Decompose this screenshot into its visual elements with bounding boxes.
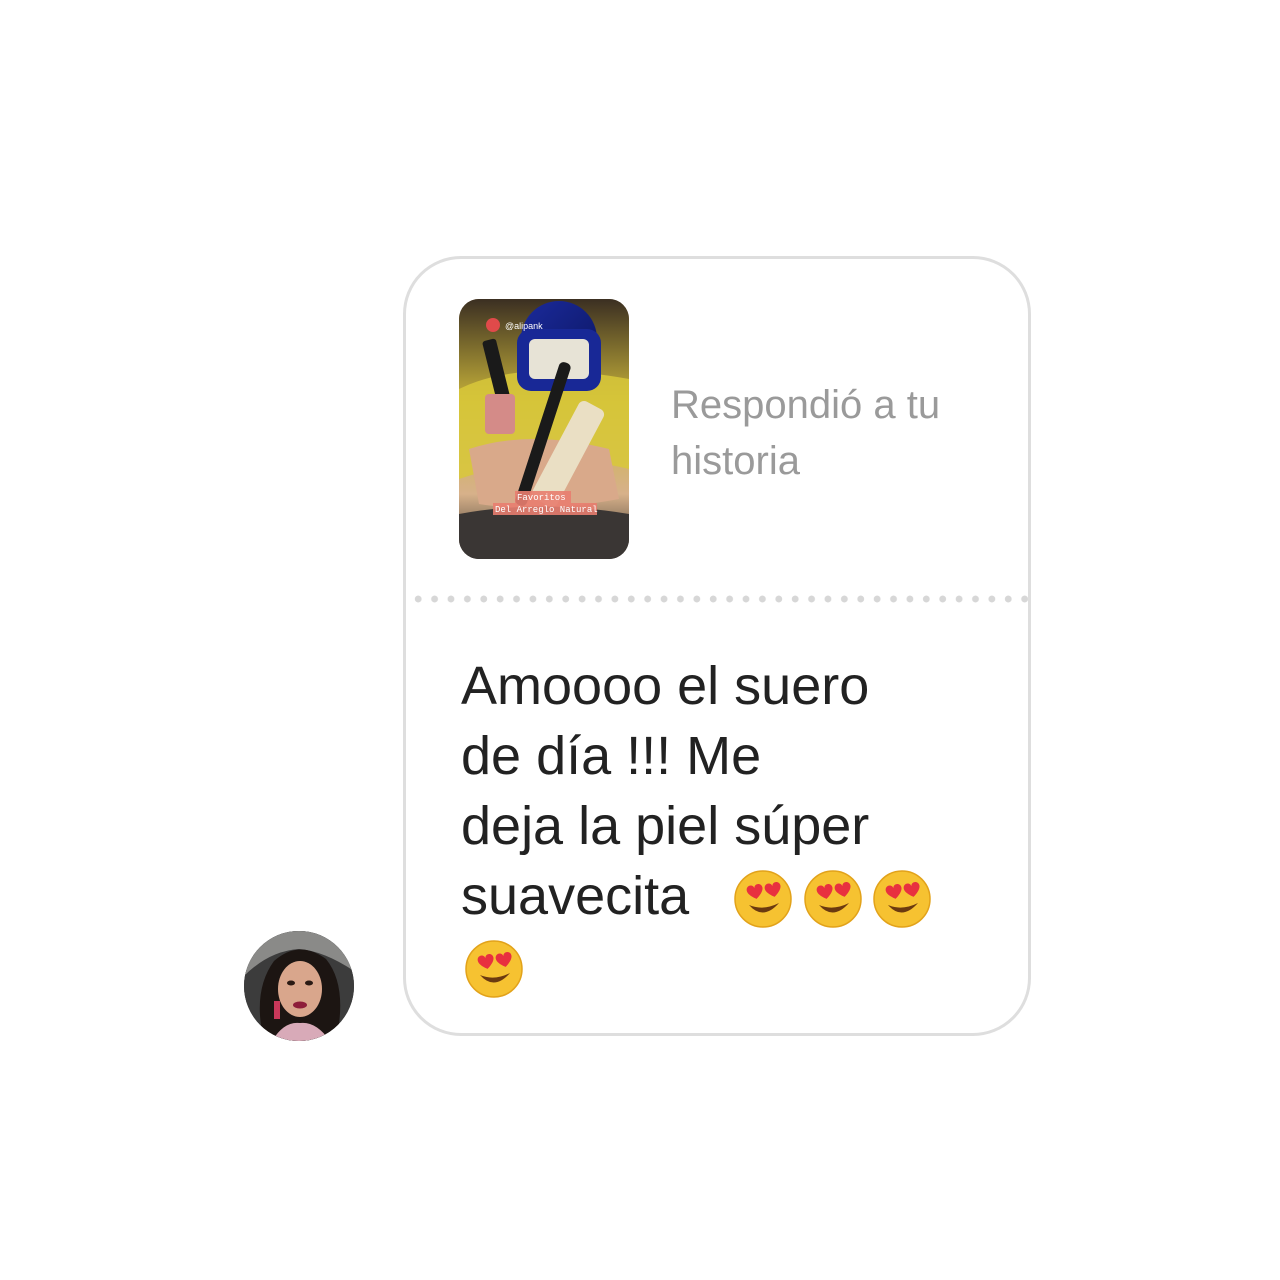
replied-to-story-label: Respondió a tu historia [671, 383, 941, 483]
story-caption-line2: Del Arreglo Natural [495, 505, 598, 515]
heart-eyes-emoji [465, 940, 523, 998]
story-image: @alipank Favoritos Del Arreglo Natural [459, 299, 629, 559]
heart-eyes-emoji [873, 870, 931, 928]
message-bubble[interactable]: @alipank Favoritos Del Arreglo Natural R… [403, 256, 1034, 1036]
story-caption-line1: Favoritos [517, 493, 566, 503]
dotted-divider [406, 595, 1034, 603]
sender-avatar[interactable] [244, 931, 354, 1041]
story-username: @alipank [505, 321, 543, 331]
heart-eyes-emoji [734, 870, 792, 928]
avatar-image [244, 931, 354, 1041]
story-thumbnail[interactable]: @alipank Favoritos Del Arreglo Natural [459, 299, 629, 559]
heart-eyes-emoji [804, 870, 862, 928]
